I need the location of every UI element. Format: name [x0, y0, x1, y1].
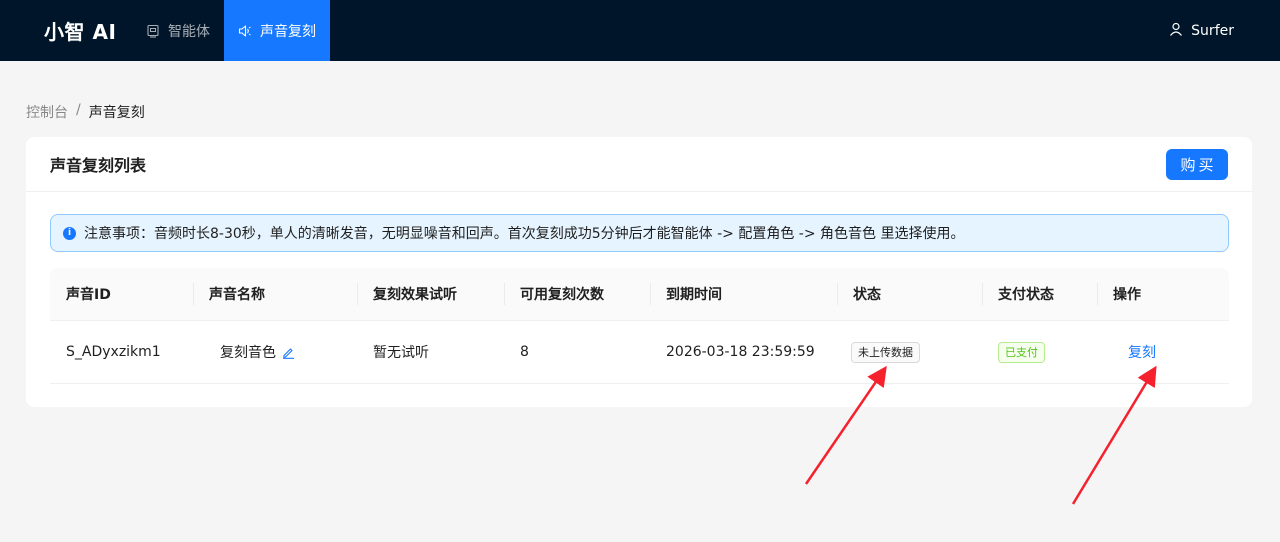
column-header: 可用复刻次数 — [504, 268, 650, 320]
breadcrumb-current: 声音复刻 — [88, 105, 145, 121]
card-header: 声音复刻列表 购买 — [26, 137, 1252, 192]
notice-alert: i 注意事项：音频时长8-30秒，单人的清晰发音，无明显噪音和回声。首次复刻成功… — [50, 214, 1229, 252]
remaining-cell: 8 — [520, 344, 529, 360]
column-header: 复刻效果试听 — [357, 268, 504, 320]
column-header: 状态 — [837, 268, 982, 320]
status-badge: 未上传数据 — [851, 341, 920, 363]
table-header: 声音ID 声音名称 复刻效果试听 可用复刻次数 到期时间 状态 支付状态 操作 — [50, 268, 1229, 321]
sound-icon — [238, 24, 252, 38]
user-menu[interactable]: Surfer — [1169, 0, 1234, 61]
notice-text: 注意事项：音频时长8-30秒，单人的清晰发音，无明显噪音和回声。首次复刻成功5分… — [84, 226, 965, 242]
user-icon — [1169, 22, 1183, 40]
breadcrumb: 控制台 / 声音复刻 — [26, 102, 145, 122]
card-title: 声音复刻列表 — [50, 156, 147, 175]
breadcrumb-separator: / — [76, 102, 81, 118]
column-header: 声音名称 — [193, 268, 357, 320]
voice-name-text: 复刻音色 — [220, 345, 276, 361]
nav-item-label: 声音复刻 — [260, 23, 316, 40]
column-header: 支付状态 — [982, 268, 1097, 320]
voice-clone-card: 声音复刻列表 购买 i 注意事项：音频时长8-30秒，单人的清晰发音，无明显噪音… — [26, 137, 1252, 407]
breadcrumb-root[interactable]: 控制台 — [26, 102, 68, 122]
column-header: 操作 — [1097, 268, 1229, 320]
user-name: Surfer — [1191, 22, 1234, 39]
expire-cell: 2026-03-18 23:59:59 — [666, 344, 815, 360]
brand-logo[interactable]: 小智 AI — [44, 0, 116, 61]
nav-item-label: 智能体 — [168, 23, 210, 40]
nav-item-voice-clone[interactable]: 声音复刻 — [224, 0, 330, 61]
pay-status-badge: 已支付 — [998, 341, 1045, 363]
clone-link[interactable]: 复刻 — [1113, 342, 1156, 362]
top-header: 小智 AI 智能体 声音复刻 Surfer — [0, 0, 1280, 61]
voice-table: 声音ID 声音名称 复刻效果试听 可用复刻次数 到期时间 状态 支付状态 操作 … — [50, 268, 1229, 384]
buy-button[interactable]: 购买 — [1166, 148, 1228, 180]
voice-name-cell: 复刻音色 — [193, 321, 357, 383]
column-header: 声音ID — [66, 287, 111, 303]
column-header: 到期时间 — [650, 268, 837, 320]
preview-cell: 暂无试听 — [373, 345, 429, 361]
voice-id-cell: S_ADyxzikm1 — [66, 344, 161, 360]
robot-icon — [146, 24, 160, 38]
nav-item-agents[interactable]: 智能体 — [132, 0, 224, 61]
table-row: S_ADyxzikm1 复刻音色 暂无试听 8 2026-03-18 23:59… — [50, 321, 1229, 384]
edit-icon[interactable] — [282, 346, 295, 359]
pay-status-cell: 已支付 — [982, 321, 1097, 383]
info-icon: i — [63, 226, 76, 240]
status-cell: 未上传数据 — [837, 321, 982, 383]
main-nav: 智能体 声音复刻 — [132, 0, 330, 61]
action-cell: 复刻 — [1097, 321, 1229, 383]
